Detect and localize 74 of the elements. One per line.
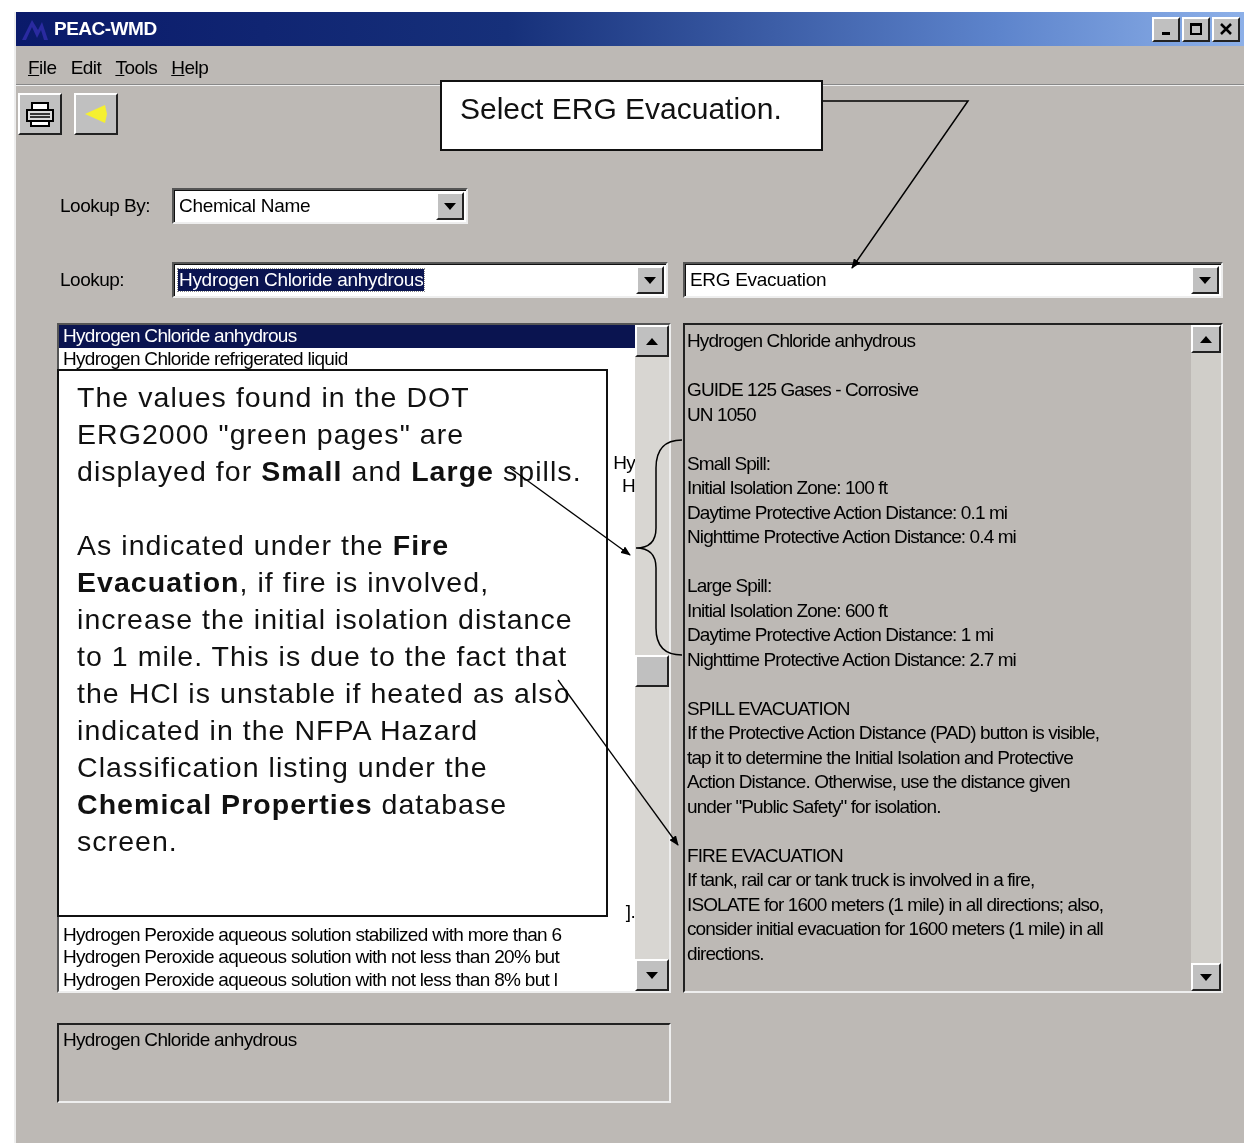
callout-text: As indicated under the Fire Evacuation, if fire is involved, increase the initial isolation distance to 1 mile. This is due to the fact that the HCl is unstable if heated as also indicated in the NFPA Hazard Classification listing under the Chemical Properties database screen. — [77, 528, 574, 859]
dropdown-arrow-icon — [1199, 276, 1211, 284]
detail-line: under "Public Safety" for isolation. — [687, 794, 942, 819]
dropdown-arrow-icon — [444, 202, 456, 210]
detail-line: Large Spill: — [687, 574, 773, 598]
menu-item[interactable]: File — [24, 52, 61, 84]
detail-line: Nighttime Protective Action Distance: 2.7 mi — [687, 647, 1017, 672]
detail-line: Hydrogen Chloride anhydrous — [687, 329, 917, 353]
field-label: Lookup: — [60, 269, 126, 291]
detail-line: If the Protective Action Distance (PAD) button is visible, — [687, 721, 1101, 745]
detail-line: ISOLATE for 1600 meters (1 mile) in all directions; also, — [687, 892, 1105, 917]
detail-line: tap it to determine the Initial Isolation and Protective — [687, 745, 1074, 770]
scroll-up-button[interactable] — [1191, 325, 1221, 353]
list-item[interactable]: H — [617, 474, 635, 497]
dropdown-arrow-icon — [644, 276, 656, 284]
close-button[interactable] — [1212, 16, 1240, 42]
list-item[interactable]: Hydrogen Peroxide aqueous solution with not less than 8% but l — [59, 968, 635, 991]
dropdown-button[interactable] — [1191, 266, 1219, 294]
list-item[interactable]: ]. — [621, 901, 635, 924]
list-item[interactable]: Hydrogen Peroxide aqueous solution with not less than 20% but — [59, 946, 635, 969]
detail-line: Small Spill: — [687, 451, 772, 476]
detail-line: Nighttime Protective Action Distance: 0.4 mi — [687, 525, 1017, 549]
menu-item[interactable]: Edit — [66, 52, 106, 84]
printer-icon — [25, 101, 55, 127]
selection-text: Hydrogen Chloride anhydrous — [63, 1029, 297, 1050]
detail-line: directions. — [687, 941, 765, 966]
detail-line: GUIDE 125 Gases - Corrosive — [687, 378, 920, 402]
field-label: Lookup By: — [60, 195, 152, 217]
scroll-down-button[interactable] — [635, 959, 669, 991]
menu-item[interactable]: Tools — [111, 52, 162, 84]
combo-value: ERG Evacuation — [689, 269, 828, 291]
close-icon — [1219, 22, 1233, 36]
menu-item[interactable]: Help — [167, 52, 213, 84]
minimize-button[interactable] — [1152, 16, 1180, 42]
callout-text: Select ERG Evacuation. — [460, 92, 783, 126]
detail-line: FIRE EVACUATION — [687, 843, 844, 868]
scroll-down-button[interactable] — [1191, 963, 1221, 991]
list-item[interactable]: Hydrogen Peroxide aqueous solution stabilized with more than 6 — [59, 923, 635, 946]
scroll-up-button[interactable] — [635, 325, 669, 357]
lookup-dropdown[interactable]: Hydrogen Chloride anhydrous — [172, 262, 668, 298]
detail-line: Action Distance. Otherwise, use the distance given — [687, 770, 1071, 794]
back-arrow-icon — [83, 103, 109, 125]
detail-line: Initial Isolation Zone: 600 ft — [687, 598, 889, 623]
list-item[interactable]: Hy — [609, 452, 635, 475]
list-item[interactable]: Hydrogen Chloride refrigerated liquid — [59, 347, 635, 370]
app-logo-icon — [20, 18, 50, 40]
dropdown-button[interactable] — [636, 266, 664, 294]
detail-line: Daytime Protective Action Distance: 0.1 mi — [687, 500, 1009, 525]
view-dropdown[interactable]: ERG Evacuation — [683, 262, 1223, 298]
detail-line: consider initial evacuation for 1600 meters (1 mile) in all — [687, 917, 1104, 941]
lookup-by-dropdown[interactable]: Chemical Name — [172, 188, 468, 224]
list-item[interactable]: Hydrogen Chloride anhydrous — [59, 325, 635, 348]
scroll-down-icon — [646, 971, 658, 979]
maximize-icon — [1189, 22, 1203, 36]
scroll-down-icon — [1200, 973, 1212, 981]
callout-text: The values found in the DOT ERG2000 "green pages" are displayed for Small and Large spills. — [77, 380, 583, 489]
detail-line: Initial Isolation Zone: 100 ft — [687, 476, 889, 500]
dropdown-button[interactable] — [436, 192, 464, 220]
maximize-button[interactable] — [1182, 16, 1210, 42]
scrollbar[interactable] — [1191, 325, 1221, 991]
detail-line: UN 1050 — [687, 402, 757, 427]
detail-line: If tank, rail car or tank truck is involved in a fire, — [687, 868, 1036, 892]
combo-value: Chemical Name — [178, 195, 312, 217]
minimize-icon — [1162, 31, 1170, 35]
back-button[interactable] — [74, 93, 118, 135]
scroll-up-icon — [1200, 335, 1212, 343]
combo-value: Hydrogen Chloride anhydrous — [178, 269, 425, 291]
scrollbar[interactable] — [635, 325, 669, 991]
detail-line: SPILL EVACUATION — [687, 696, 851, 721]
detail-line: Daytime Protective Action Distance: 1 mi — [687, 623, 995, 647]
scroll-up-icon — [646, 337, 658, 345]
print-button[interactable] — [18, 93, 62, 135]
window-title: PEAC-WMD — [54, 18, 157, 40]
scroll-thumb[interactable] — [635, 655, 669, 687]
